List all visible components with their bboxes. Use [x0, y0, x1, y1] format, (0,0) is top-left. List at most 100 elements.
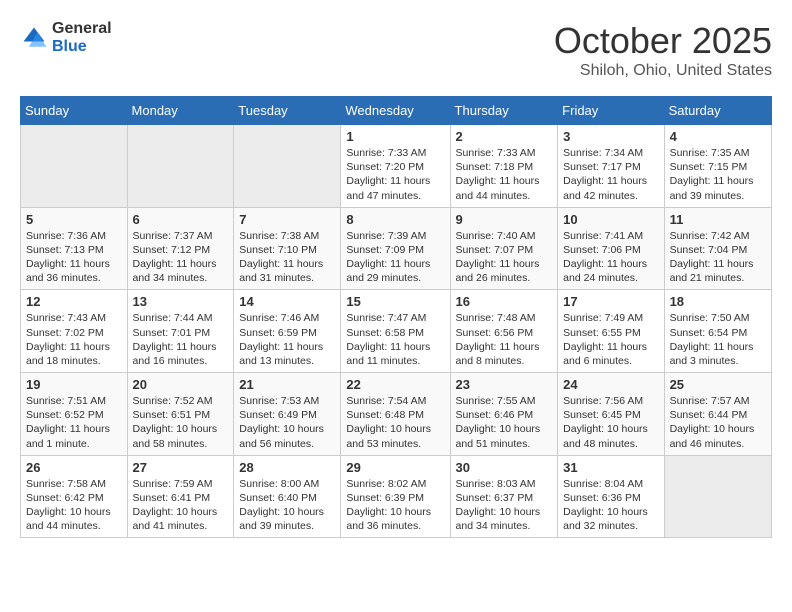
cell-info: Sunrise: 7:54 AM Sunset: 6:48 PM Dayligh… [346, 394, 444, 451]
cell-info: Sunrise: 7:56 AM Sunset: 6:45 PM Dayligh… [563, 394, 658, 451]
cell-info: Sunrise: 7:34 AM Sunset: 7:17 PM Dayligh… [563, 146, 658, 203]
calendar-cell: 3 Sunrise: 7:34 AM Sunset: 7:17 PM Daylig… [558, 125, 664, 208]
calendar-cell: 2 Sunrise: 7:33 AM Sunset: 7:18 PM Daylig… [450, 125, 558, 208]
day-number: 18 [670, 294, 766, 309]
calendar-cell: 12 Sunrise: 7:43 AM Sunset: 7:02 PM Dayli… [21, 290, 128, 373]
cell-info: Sunrise: 7:48 AM Sunset: 6:56 PM Dayligh… [456, 311, 553, 368]
cell-info: Sunrise: 7:51 AM Sunset: 6:52 PM Dayligh… [26, 394, 122, 451]
calendar-cell: 29Sunrise: 8:02 AM Sunset: 6:39 PM Dayli… [341, 455, 450, 538]
calendar-cell [21, 125, 128, 208]
day-number: 29 [346, 460, 444, 475]
calendar-cell: 21Sunrise: 7:53 AM Sunset: 6:49 PM Dayli… [234, 373, 341, 456]
week-row-4: 19 Sunrise: 7:51 AM Sunset: 6:52 PM Dayli… [21, 373, 772, 456]
day-header-friday: Friday [558, 97, 664, 125]
calendar-cell: 9Sunrise: 7:40 AM Sunset: 7:07 PM Daylig… [450, 207, 558, 290]
day-number: 6 [133, 212, 229, 227]
day-number: 21 [239, 377, 335, 392]
day-number: 4 [670, 129, 766, 144]
calendar-cell: 1 Sunrise: 7:33 AM Sunset: 7:20 PM Daylig… [341, 125, 450, 208]
cell-info: Sunrise: 8:00 AM Sunset: 6:40 PM Dayligh… [239, 477, 335, 534]
day-number: 7 [239, 212, 335, 227]
day-number: 22 [346, 377, 444, 392]
day-number: 3 [563, 129, 658, 144]
day-number: 5 [26, 212, 122, 227]
calendar-cell: 28 Sunrise: 8:00 AM Sunset: 6:40 PM Dayli… [234, 455, 341, 538]
logo: General Blue [20, 20, 112, 55]
calendar-cell: 4 Sunrise: 7:35 AM Sunset: 7:15 PM Daylig… [664, 125, 771, 208]
cell-info: Sunrise: 7:33 AM Sunset: 7:18 PM Dayligh… [456, 146, 553, 203]
calendar-cell: 26 Sunrise: 7:58 AM Sunset: 6:42 PM Dayli… [21, 455, 128, 538]
week-row-1: 1 Sunrise: 7:33 AM Sunset: 7:20 PM Daylig… [21, 125, 772, 208]
calendar-cell: 5 Sunrise: 7:36 AM Sunset: 7:13 PM Daylig… [21, 207, 128, 290]
calendar-cell [664, 455, 771, 538]
day-number: 15 [346, 294, 444, 309]
calendar-cell: 19 Sunrise: 7:51 AM Sunset: 6:52 PM Dayli… [21, 373, 128, 456]
calendar-cell [234, 125, 341, 208]
day-number: 26 [26, 460, 122, 475]
day-number: 17 [563, 294, 658, 309]
day-number: 11 [670, 212, 766, 227]
calendar-cell: 23Sunrise: 7:55 AM Sunset: 6:46 PM Dayli… [450, 373, 558, 456]
logo-blue: Blue [52, 38, 112, 56]
day-header-wednesday: Wednesday [341, 97, 450, 125]
day-number: 12 [26, 294, 122, 309]
title-block: October 2025 Shiloh, Ohio, United States [554, 20, 772, 80]
day-number: 30 [456, 460, 553, 475]
cell-info: Sunrise: 7:38 AM Sunset: 7:10 PM Dayligh… [239, 229, 335, 286]
cell-info: Sunrise: 7:35 AM Sunset: 7:15 PM Dayligh… [670, 146, 766, 203]
cell-info: Sunrise: 7:43 AM Sunset: 7:02 PM Dayligh… [26, 311, 122, 368]
calendar-cell: 25 Sunrise: 7:57 AM Sunset: 6:44 PM Dayli… [664, 373, 771, 456]
calendar-cell: 18Sunrise: 7:50 AM Sunset: 6:54 PM Dayli… [664, 290, 771, 373]
cell-info: Sunrise: 7:58 AM Sunset: 6:42 PM Dayligh… [26, 477, 122, 534]
calendar-cell: 14Sunrise: 7:46 AM Sunset: 6:59 PM Dayli… [234, 290, 341, 373]
calendar-cell: 24 Sunrise: 7:56 AM Sunset: 6:45 PM Dayli… [558, 373, 664, 456]
calendar-cell: 6 Sunrise: 7:37 AM Sunset: 7:12 PM Daylig… [127, 207, 234, 290]
logo-general: General [52, 20, 112, 38]
day-number: 19 [26, 377, 122, 392]
day-number: 16 [456, 294, 553, 309]
calendar-cell: 31Sunrise: 8:04 AM Sunset: 6:36 PM Dayli… [558, 455, 664, 538]
day-number: 10 [563, 212, 658, 227]
calendar-table: SundayMondayTuesdayWednesdayThursdayFrid… [20, 96, 772, 538]
cell-info: Sunrise: 7:55 AM Sunset: 6:46 PM Dayligh… [456, 394, 553, 451]
month-title: October 2025 [554, 20, 772, 62]
calendar-cell: 13 Sunrise: 7:44 AM Sunset: 7:01 PM Dayli… [127, 290, 234, 373]
day-header-tuesday: Tuesday [234, 97, 341, 125]
cell-info: Sunrise: 7:57 AM Sunset: 6:44 PM Dayligh… [670, 394, 766, 451]
day-number: 28 [239, 460, 335, 475]
day-header-monday: Monday [127, 97, 234, 125]
calendar-cell: 16 Sunrise: 7:48 AM Sunset: 6:56 PM Dayli… [450, 290, 558, 373]
cell-info: Sunrise: 8:03 AM Sunset: 6:37 PM Dayligh… [456, 477, 553, 534]
calendar-cell: 11Sunrise: 7:42 AM Sunset: 7:04 PM Dayli… [664, 207, 771, 290]
cell-info: Sunrise: 7:44 AM Sunset: 7:01 PM Dayligh… [133, 311, 229, 368]
cell-info: Sunrise: 7:36 AM Sunset: 7:13 PM Dayligh… [26, 229, 122, 286]
calendar-cell: 8Sunrise: 7:39 AM Sunset: 7:09 PM Daylig… [341, 207, 450, 290]
cell-info: Sunrise: 7:41 AM Sunset: 7:06 PM Dayligh… [563, 229, 658, 286]
cell-info: Sunrise: 7:46 AM Sunset: 6:59 PM Dayligh… [239, 311, 335, 368]
day-number: 24 [563, 377, 658, 392]
calendar-cell: 17 Sunrise: 7:49 AM Sunset: 6:55 PM Dayli… [558, 290, 664, 373]
day-number: 2 [456, 129, 553, 144]
day-header-thursday: Thursday [450, 97, 558, 125]
cell-info: Sunrise: 8:04 AM Sunset: 6:36 PM Dayligh… [563, 477, 658, 534]
day-number: 20 [133, 377, 229, 392]
calendar-cell: 27 Sunrise: 7:59 AM Sunset: 6:41 PM Dayli… [127, 455, 234, 538]
week-row-3: 12 Sunrise: 7:43 AM Sunset: 7:02 PM Dayli… [21, 290, 772, 373]
calendar-cell: 15 Sunrise: 7:47 AM Sunset: 6:58 PM Dayli… [341, 290, 450, 373]
day-number: 1 [346, 129, 444, 144]
day-number: 25 [670, 377, 766, 392]
location: Shiloh, Ohio, United States [554, 62, 772, 80]
calendar-cell: 30 Sunrise: 8:03 AM Sunset: 6:37 PM Dayli… [450, 455, 558, 538]
week-row-2: 5 Sunrise: 7:36 AM Sunset: 7:13 PM Daylig… [21, 207, 772, 290]
cell-info: Sunrise: 7:49 AM Sunset: 6:55 PM Dayligh… [563, 311, 658, 368]
day-header-row: SundayMondayTuesdayWednesdayThursdayFrid… [21, 97, 772, 125]
cell-info: Sunrise: 7:37 AM Sunset: 7:12 PM Dayligh… [133, 229, 229, 286]
day-number: 27 [133, 460, 229, 475]
day-number: 13 [133, 294, 229, 309]
calendar-cell: 10 Sunrise: 7:41 AM Sunset: 7:06 PM Dayli… [558, 207, 664, 290]
cell-info: Sunrise: 7:52 AM Sunset: 6:51 PM Dayligh… [133, 394, 229, 451]
calendar-cell: 20 Sunrise: 7:52 AM Sunset: 6:51 PM Dayli… [127, 373, 234, 456]
cell-info: Sunrise: 7:59 AM Sunset: 6:41 PM Dayligh… [133, 477, 229, 534]
cell-info: Sunrise: 7:47 AM Sunset: 6:58 PM Dayligh… [346, 311, 444, 368]
cell-info: Sunrise: 7:33 AM Sunset: 7:20 PM Dayligh… [346, 146, 444, 203]
